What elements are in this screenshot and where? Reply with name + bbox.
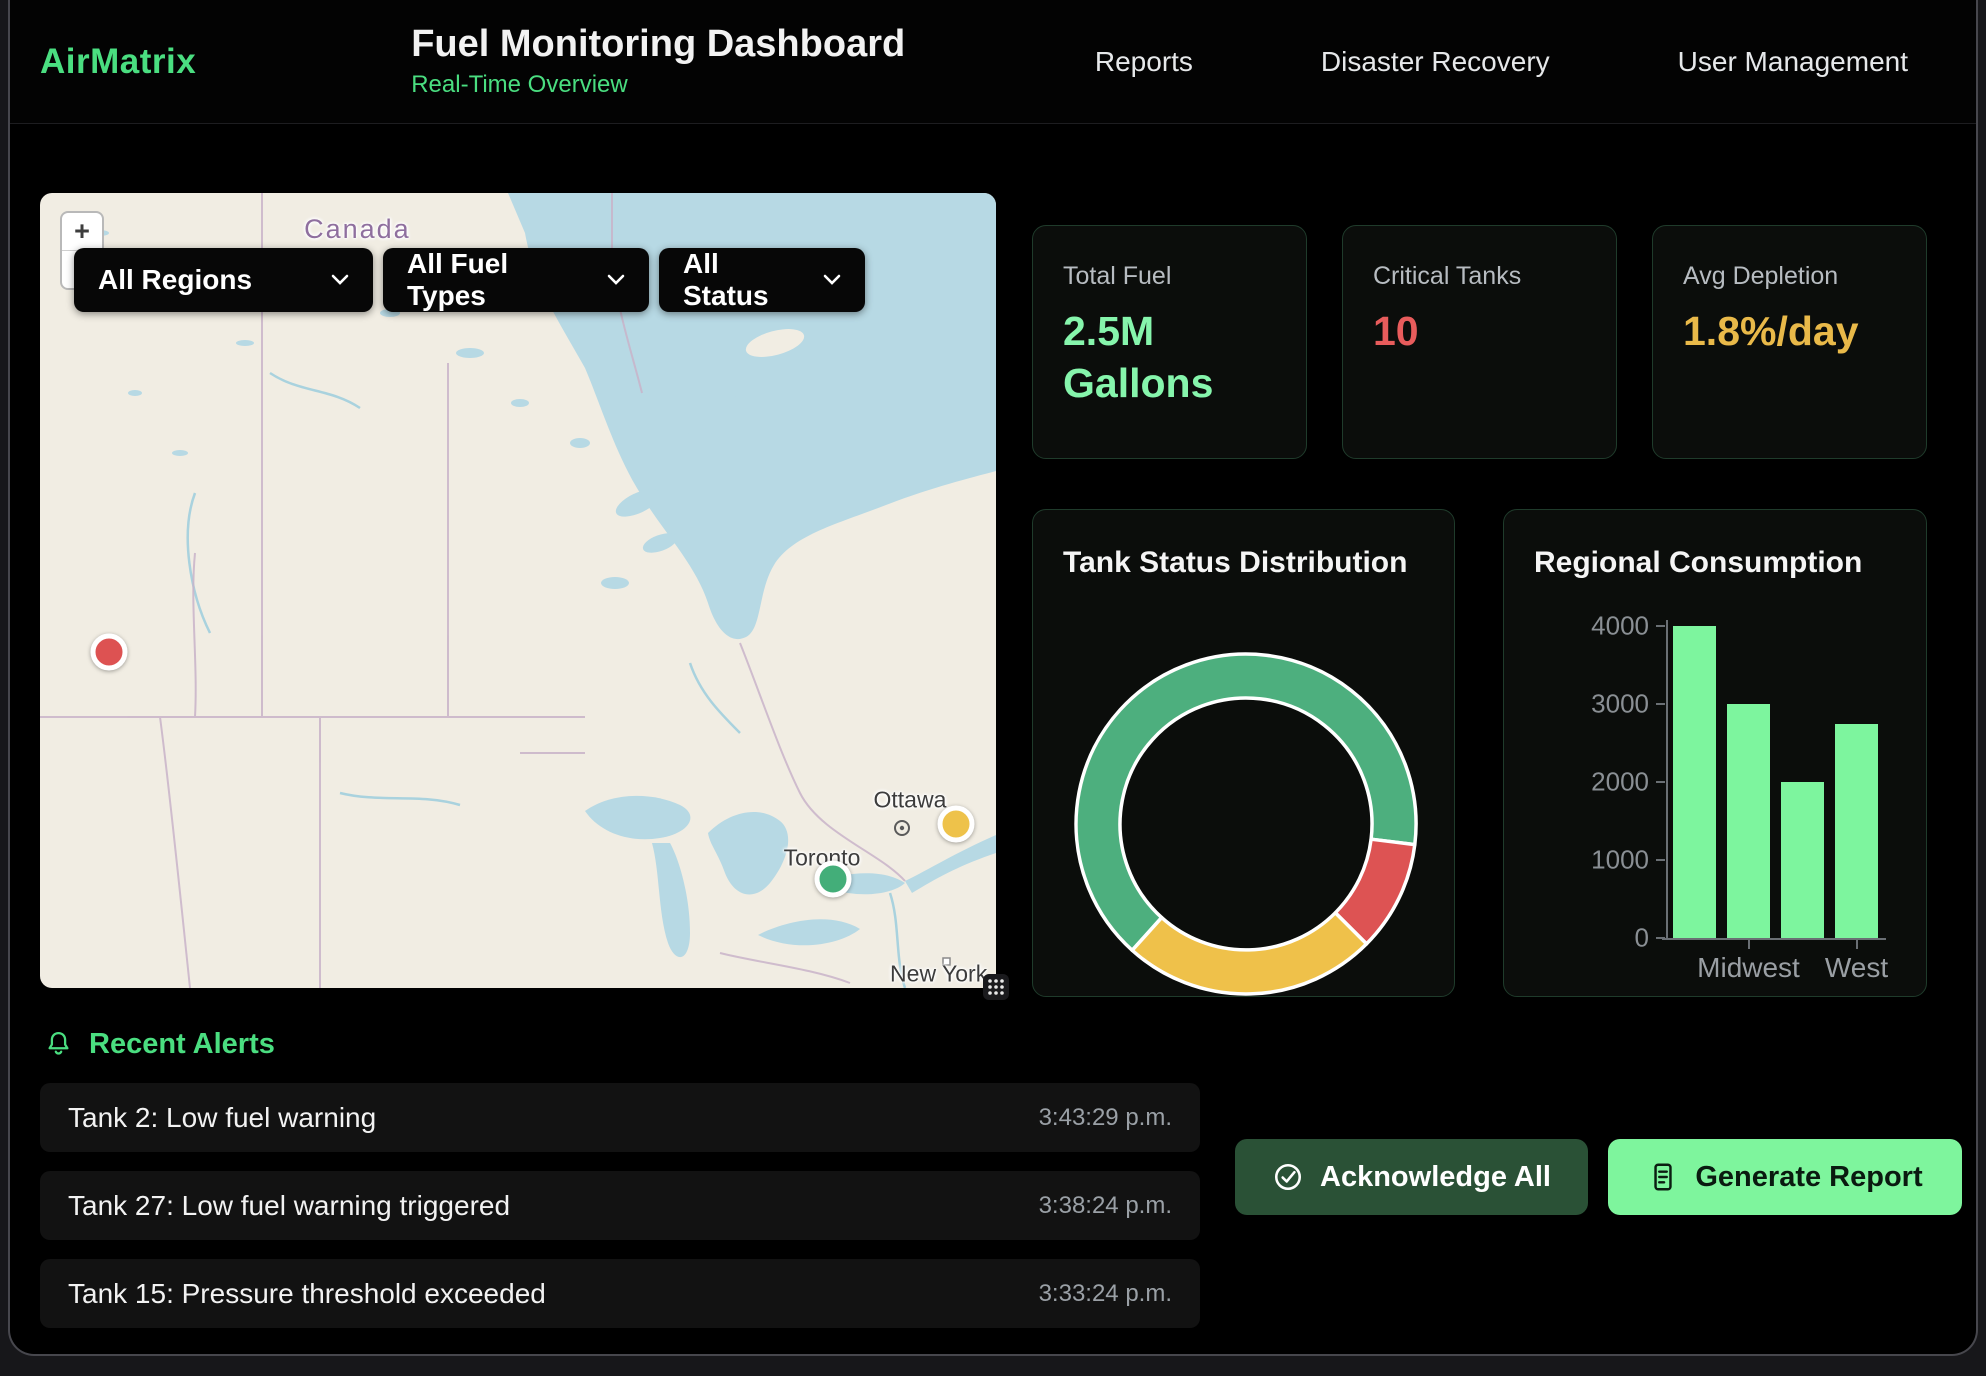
- right-column: Total Fuel 2.5M Gallons Critical Tanks 1…: [1032, 225, 1927, 997]
- alert-row[interactable]: Tank 2: Low fuel warning 3:43:29 p.m.: [40, 1083, 1200, 1152]
- main-nav: Reports Disaster Recovery User Managemen…: [1095, 46, 1908, 78]
- nav-disaster-recovery[interactable]: Disaster Recovery: [1321, 46, 1550, 78]
- nav-reports[interactable]: Reports: [1095, 46, 1193, 78]
- tank-marker-warning[interactable]: [937, 806, 974, 843]
- brand-logo: AirMatrix: [40, 42, 196, 82]
- alerts-list: Tank 2: Low fuel warning 3:43:29 p.m. Ta…: [40, 1083, 1200, 1347]
- alerts-title: Recent Alerts: [89, 1028, 275, 1061]
- check-circle-icon: [1272, 1161, 1304, 1193]
- stat-card-avg-depletion: Avg Depletion 1.8%/day: [1652, 225, 1927, 459]
- region-filter-value: All Regions: [98, 264, 252, 296]
- stat-card-total-fuel: Total Fuel 2.5M Gallons: [1032, 225, 1307, 459]
- x-tick-label: Midwest: [1697, 952, 1800, 984]
- alert-message: Tank 2: Low fuel warning: [68, 1102, 376, 1134]
- alert-message: Tank 15: Pressure threshold exceeded: [68, 1278, 546, 1310]
- stats-row: Total Fuel 2.5M Gallons Critical Tanks 1…: [1032, 225, 1927, 459]
- dashboard-root: AirMatrix Fuel Monitoring Dashboard Real…: [8, 0, 1978, 1356]
- y-tick-label: 0: [1509, 923, 1649, 954]
- y-tick-label: 2000: [1509, 767, 1649, 798]
- x-tick-label: West: [1825, 952, 1888, 984]
- stat-label: Total Fuel: [1063, 262, 1276, 291]
- charts-row: Tank Status Distribution Regional Consum…: [1032, 509, 1927, 997]
- map-label-ottawa: Ottawa: [874, 787, 947, 814]
- stat-label: Avg Depletion: [1683, 262, 1896, 291]
- map-label-canada: Canada: [304, 214, 411, 245]
- alert-time: 3:43:29 p.m.: [1039, 1104, 1172, 1132]
- map-canvas[interactable]: CanadaOttawaTorontoNew York + − All Regi…: [40, 193, 996, 988]
- chevron-down-icon: [331, 274, 349, 286]
- stat-value: 2.5M Gallons: [1063, 305, 1273, 410]
- map-resize-handle[interactable]: [983, 974, 1009, 1000]
- nav-user-management[interactable]: User Management: [1678, 46, 1908, 78]
- alert-row[interactable]: Tank 15: Pressure threshold exceeded 3:3…: [40, 1259, 1200, 1328]
- document-icon: [1647, 1161, 1679, 1193]
- alert-message: Tank 27: Low fuel warning triggered: [68, 1190, 510, 1222]
- bar-3: [1835, 724, 1878, 939]
- tank-marker-critical[interactable]: [90, 633, 127, 670]
- stat-label: Critical Tanks: [1373, 262, 1586, 291]
- y-tick-label: 1000: [1509, 845, 1649, 876]
- chevron-down-icon: [823, 274, 841, 286]
- bar-2: [1781, 782, 1824, 938]
- acknowledge-all-label: Acknowledge All: [1320, 1161, 1551, 1194]
- zoom-in-button[interactable]: +: [62, 213, 102, 250]
- tank-marker-normal[interactable]: [814, 861, 851, 898]
- acknowledge-all-button[interactable]: Acknowledge All: [1235, 1139, 1588, 1215]
- y-tick-label: 4000: [1509, 611, 1649, 642]
- stat-value: 10: [1373, 305, 1583, 357]
- y-tick-label: 3000: [1509, 689, 1649, 720]
- filter-bar: All Regions All Fuel Types All Status: [74, 248, 865, 312]
- header: AirMatrix Fuel Monitoring Dashboard Real…: [10, 0, 1976, 124]
- chevron-down-icon: [607, 274, 625, 286]
- alert-time: 3:33:24 p.m.: [1039, 1280, 1172, 1308]
- bar-1: [1727, 704, 1770, 938]
- alert-row[interactable]: Tank 27: Low fuel warning triggered 3:38…: [40, 1171, 1200, 1240]
- tank-status-card: Tank Status Distribution: [1032, 509, 1455, 997]
- fuel-type-filter-value: All Fuel Types: [407, 248, 571, 312]
- donut-chart: [1033, 510, 1456, 998]
- page-title: Fuel Monitoring Dashboard: [411, 24, 905, 66]
- map-label-new-york: New York: [890, 960, 987, 987]
- page-subtitle: Real-Time Overview: [411, 71, 905, 99]
- region-filter-dropdown[interactable]: All Regions: [74, 248, 373, 312]
- alert-time: 3:38:24 p.m.: [1039, 1192, 1172, 1220]
- drag-dots-icon: [987, 978, 1005, 996]
- alerts-header: Recent Alerts: [44, 1028, 275, 1061]
- fuel-type-filter-dropdown[interactable]: All Fuel Types: [383, 248, 649, 312]
- stat-card-critical-tanks: Critical Tanks 10: [1342, 225, 1617, 459]
- generate-report-label: Generate Report: [1695, 1161, 1922, 1194]
- alert-actions: Acknowledge All Generate Report: [1235, 1139, 1962, 1215]
- map-panel: CanadaOttawaTorontoNew York + − All Regi…: [40, 193, 996, 988]
- generate-report-button[interactable]: Generate Report: [1608, 1139, 1962, 1215]
- regional-consumption-card: Regional Consumption 01000200030004000Mi…: [1503, 509, 1927, 997]
- bar-0: [1673, 626, 1716, 938]
- title-block: Fuel Monitoring Dashboard Real-Time Over…: [411, 24, 905, 100]
- stat-value: 1.8%/day: [1683, 305, 1893, 357]
- bell-icon: [44, 1030, 73, 1060]
- bar-chart: 0 1000 2000 3000 4000 Midwest West: [1504, 510, 1926, 996]
- status-filter-value: All Status: [683, 248, 787, 312]
- status-filter-dropdown[interactable]: All Status: [659, 248, 865, 312]
